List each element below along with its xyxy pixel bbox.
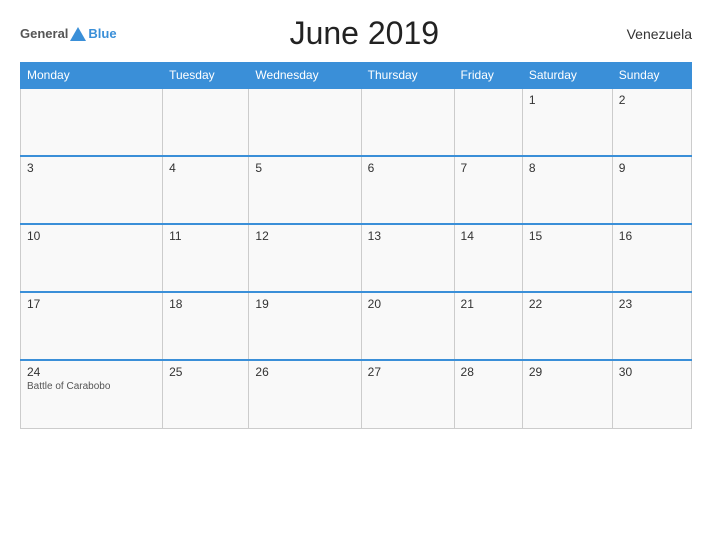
cal-cell-w3-d7: 16	[612, 224, 691, 292]
th-sunday: Sunday	[612, 63, 691, 89]
day-number: 10	[27, 229, 156, 243]
calendar-header: General Blue June 2019 Venezuela	[20, 15, 692, 52]
cal-cell-w2-d6: 8	[522, 156, 612, 224]
day-number: 2	[619, 93, 685, 107]
th-saturday: Saturday	[522, 63, 612, 89]
day-number: 20	[368, 297, 448, 311]
cal-cell-w3-d4: 13	[361, 224, 454, 292]
day-number: 6	[368, 161, 448, 175]
th-thursday: Thursday	[361, 63, 454, 89]
day-number: 27	[368, 365, 448, 379]
cal-cell-w4-d6: 22	[522, 292, 612, 360]
day-number: 14	[461, 229, 516, 243]
cal-cell-w3-d5: 14	[454, 224, 522, 292]
day-number: 18	[169, 297, 242, 311]
month-title: June 2019	[117, 15, 612, 52]
th-monday: Monday	[21, 63, 163, 89]
logo-general-text: General	[20, 26, 68, 41]
day-number: 28	[461, 365, 516, 379]
cal-cell-w2-d4: 6	[361, 156, 454, 224]
th-tuesday: Tuesday	[163, 63, 249, 89]
week-row-5: 24 Battle of Carabobo 25 26 27 28 29 30	[21, 360, 692, 428]
day-number: 24	[27, 365, 156, 379]
day-number: 29	[529, 365, 606, 379]
cal-cell-w1-d1	[21, 88, 163, 156]
cal-cell-w4-d4: 20	[361, 292, 454, 360]
cal-cell-w1-d5	[454, 88, 522, 156]
event-label: Battle of Carabobo	[27, 381, 156, 392]
cal-cell-w4-d3: 19	[249, 292, 361, 360]
th-wednesday: Wednesday	[249, 63, 361, 89]
day-number: 16	[619, 229, 685, 243]
day-number: 15	[529, 229, 606, 243]
cal-cell-w5-d5: 28	[454, 360, 522, 428]
cal-cell-w1-d7: 2	[612, 88, 691, 156]
cal-cell-w2-d2: 4	[163, 156, 249, 224]
day-number: 3	[27, 161, 156, 175]
cal-cell-w5-d2: 25	[163, 360, 249, 428]
day-number: 9	[619, 161, 685, 175]
day-number: 1	[529, 93, 606, 107]
day-number: 25	[169, 365, 242, 379]
cal-cell-w1-d6: 1	[522, 88, 612, 156]
cal-cell-w2-d1: 3	[21, 156, 163, 224]
day-number: 21	[461, 297, 516, 311]
day-number: 13	[368, 229, 448, 243]
logo-blue-text: Blue	[88, 26, 116, 41]
cal-cell-w3-d3: 12	[249, 224, 361, 292]
cal-cell-w1-d2	[163, 88, 249, 156]
cal-cell-w5-d1: 24 Battle of Carabobo	[21, 360, 163, 428]
week-row-2: 3456789	[21, 156, 692, 224]
logo: General Blue	[20, 26, 117, 41]
cal-cell-w5-d4: 27	[361, 360, 454, 428]
calendar-table: Monday Tuesday Wednesday Thursday Friday…	[20, 62, 692, 429]
day-number: 30	[619, 365, 685, 379]
week-row-1: 12	[21, 88, 692, 156]
week-row-4: 17 18 19 20 21 22 23	[21, 292, 692, 360]
week-row-3: 10 11 12 13 14 15 16	[21, 224, 692, 292]
days-header-row: Monday Tuesday Wednesday Thursday Friday…	[21, 63, 692, 89]
day-number: 23	[619, 297, 685, 311]
day-number: 22	[529, 297, 606, 311]
cal-cell-w3-d6: 15	[522, 224, 612, 292]
cal-cell-w4-d1: 17	[21, 292, 163, 360]
cal-cell-w5-d3: 26	[249, 360, 361, 428]
day-number: 17	[27, 297, 156, 311]
th-friday: Friday	[454, 63, 522, 89]
cal-cell-w2-d5: 7	[454, 156, 522, 224]
day-number: 7	[461, 161, 516, 175]
day-number: 19	[255, 297, 354, 311]
cal-cell-w5-d6: 29	[522, 360, 612, 428]
day-number: 11	[169, 229, 242, 243]
cal-cell-w2-d7: 9	[612, 156, 691, 224]
cal-cell-w3-d2: 11	[163, 224, 249, 292]
country-label: Venezuela	[612, 26, 692, 42]
day-number: 12	[255, 229, 354, 243]
cal-cell-w1-d3	[249, 88, 361, 156]
logo-triangle-icon	[70, 27, 86, 41]
day-number: 8	[529, 161, 606, 175]
day-number: 26	[255, 365, 354, 379]
cal-cell-w5-d7: 30	[612, 360, 691, 428]
cal-cell-w1-d4	[361, 88, 454, 156]
day-number: 4	[169, 161, 242, 175]
cal-cell-w3-d1: 10	[21, 224, 163, 292]
cal-cell-w4-d2: 18	[163, 292, 249, 360]
cal-cell-w4-d5: 21	[454, 292, 522, 360]
cal-cell-w4-d7: 23	[612, 292, 691, 360]
day-number: 5	[255, 161, 354, 175]
calendar-page: General Blue June 2019 Venezuela Monday …	[0, 0, 712, 550]
cal-cell-w2-d3: 5	[249, 156, 361, 224]
